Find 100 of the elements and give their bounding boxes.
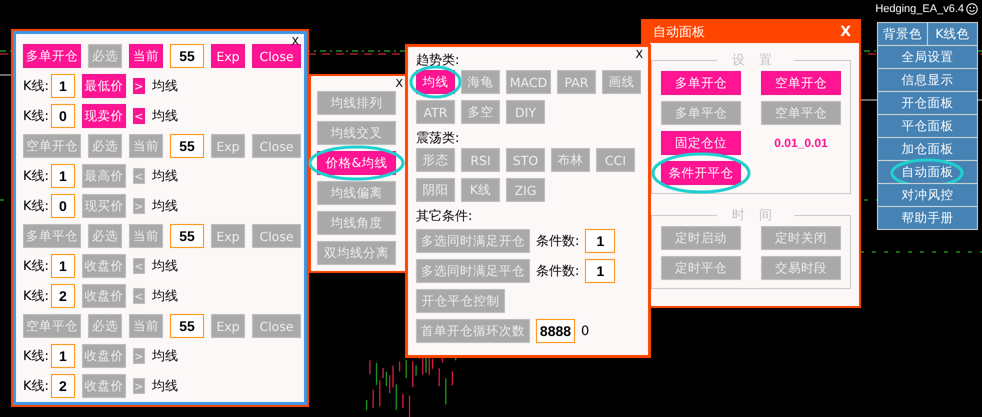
exp-button[interactable]: Exp [211,134,245,158]
color-button[interactable]: K线色 [927,22,978,46]
menu-item[interactable]: 价格&均线 [317,151,396,175]
bar-field[interactable]: 0 [50,104,75,128]
operator-button[interactable]: < [132,258,145,274]
price-button[interactable]: 最高价 [82,164,126,188]
close-price-button[interactable]: Close [252,44,301,68]
setting-button[interactable]: 定时启动 [661,226,741,250]
operator-button[interactable]: < [132,108,145,124]
condition-button[interactable]: 开仓平仓控制 [416,289,505,313]
menu-item[interactable]: 均线交叉 [317,121,396,145]
bar-field[interactable]: 2 [50,284,75,308]
price-button[interactable]: 现卖价 [82,104,126,128]
count-field[interactable]: 1 [585,259,616,283]
exp-button[interactable]: Exp [211,314,245,338]
bar-field[interactable]: 1 [50,344,75,368]
condition-button[interactable]: 首单开仓循环次数 [416,319,530,343]
count-field[interactable]: 1 [585,229,616,253]
current-button[interactable]: 当前 [129,224,163,248]
lot-size-value: 0.01_0.01 [773,135,829,152]
close-price-button[interactable]: Close [252,314,301,338]
bar-field[interactable]: 2 [50,374,75,398]
menu-item[interactable]: 信息显示 [877,68,978,92]
bar-field[interactable]: 1 [50,254,75,278]
indicator-button[interactable]: 均线 [416,70,455,94]
exp-button[interactable]: Exp [211,224,245,248]
setting-button[interactable]: 空单开仓 [761,71,841,95]
operator-button[interactable]: > [132,198,145,214]
setting-button[interactable]: 定时关闭 [761,226,841,250]
x-button[interactable]: X [635,49,643,60]
indicator-button[interactable]: DIY [506,100,545,124]
indicator-button[interactable]: K线 [461,178,500,202]
price-button[interactable]: 现买价 [82,194,126,218]
bar-field[interactable]: 1 [50,164,75,188]
operator-button[interactable]: > [132,78,145,94]
bar-field[interactable]: 1 [50,74,75,98]
period-field[interactable]: 55 [170,314,204,338]
required-button[interactable]: 必选 [88,314,122,338]
menu-item[interactable]: 均线角度 [317,211,396,235]
setting-button[interactable]: 空单平仓 [761,101,841,125]
period-field[interactable]: 55 [170,44,204,68]
operator-button[interactable]: < [132,168,145,184]
close-price-button[interactable]: Close [252,224,301,248]
menu-item[interactable]: 全局设置 [877,45,978,69]
order-type-button[interactable]: 空单开仓 [23,134,81,158]
indicator-button[interactable]: RSI [461,148,500,172]
indicator-button[interactable]: PAR [557,70,596,94]
indicator-button[interactable]: 海龟 [461,70,500,94]
indicator-button[interactable]: ATR [416,100,455,124]
setting-button[interactable]: 多单平仓 [661,101,741,125]
required-button[interactable]: 必选 [88,224,122,248]
current-button[interactable]: 当前 [129,314,163,338]
setting-button[interactable]: 多单开仓 [661,71,741,95]
required-button[interactable]: 必选 [88,134,122,158]
menu-item[interactable]: 加仓面板 [877,137,978,161]
order-type-button[interactable]: 空单平仓 [23,314,81,338]
indicator-button[interactable]: CCI [596,148,635,172]
menu-item[interactable]: 开仓面板 [877,91,978,115]
indicator-button[interactable]: 布林 [551,148,590,172]
menu-item[interactable]: 均线偏离 [317,181,396,205]
operator-button[interactable]: > [132,378,145,394]
menu-item[interactable]: 平仓面板 [877,114,978,138]
setting-button[interactable]: 条件开平仓 [661,161,741,185]
x-button[interactable]: X [840,24,851,40]
price-button[interactable]: 收盘价 [82,254,126,278]
condition-button[interactable]: 多选同时满足平仓 [416,259,530,283]
indicator-button[interactable]: STO [506,148,545,172]
indicator-button[interactable]: 多空 [461,100,500,124]
menu-item[interactable]: 帮助手册 [877,206,978,230]
setting-button[interactable]: 定时平仓 [661,256,741,280]
indicator-button[interactable]: MACD [506,70,551,94]
order-type-button[interactable]: 多单平仓 [23,224,81,248]
indicator-button[interactable]: 阴阳 [416,178,455,202]
price-button[interactable]: 最低价 [82,74,126,98]
menu-item[interactable]: 对冲风控 [877,183,978,207]
x-button[interactable]: X [395,78,403,89]
indicator-button[interactable]: 形态 [416,148,455,172]
period-field[interactable]: 55 [170,134,204,158]
current-button[interactable]: 当前 [129,44,163,68]
price-button[interactable]: 收盘价 [82,284,126,308]
setting-button[interactable]: 交易时段 [761,256,841,280]
order-type-button[interactable]: 多单开仓 [23,44,81,68]
loop-count-field[interactable]: 8888 [536,319,575,343]
required-button[interactable]: 必选 [88,44,122,68]
bar-field[interactable]: 0 [50,194,75,218]
setting-button[interactable]: 固定仓位 [661,131,741,155]
current-button[interactable]: 当前 [129,134,163,158]
menu-item[interactable]: 双均线分离 [317,241,396,265]
price-button[interactable]: 收盘价 [82,344,126,368]
indicator-button[interactable]: ZIG [506,178,545,202]
menu-item[interactable]: 均线排列 [317,91,396,115]
indicator-button[interactable]: 画线 [602,70,641,94]
period-field[interactable]: 55 [170,224,204,248]
exp-button[interactable]: Exp [211,44,245,68]
price-button[interactable]: 收盘价 [82,374,126,398]
operator-button[interactable]: > [132,348,145,364]
color-button[interactable]: 背景色 [877,22,928,46]
condition-button[interactable]: 多选同时满足开仓 [416,229,530,253]
close-price-button[interactable]: Close [252,134,301,158]
operator-button[interactable]: < [132,288,145,304]
